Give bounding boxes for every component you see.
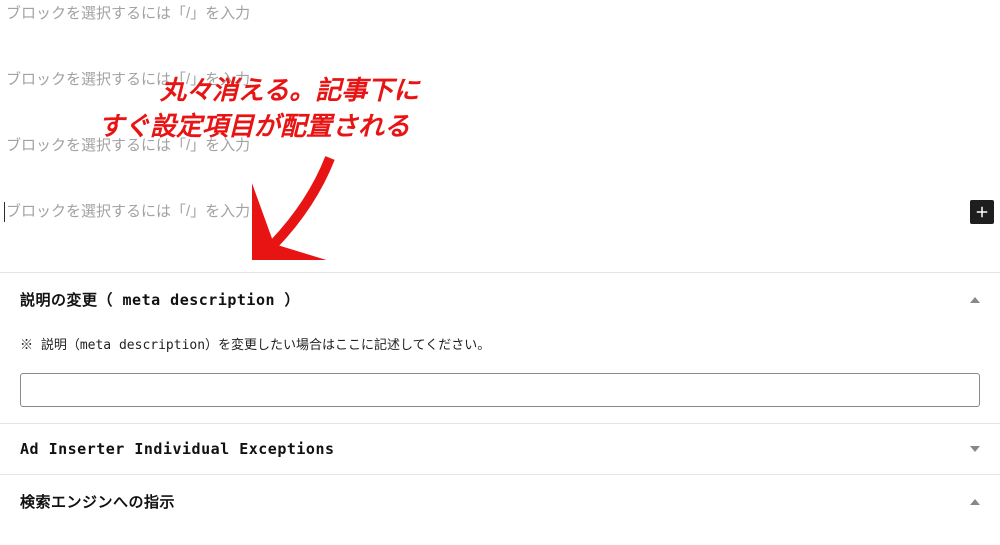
panel-title: 説明の変更（ meta description ） <box>20 289 300 310</box>
meta-description-input[interactable] <box>20 373 980 407</box>
panel-seo-header[interactable]: 検索エンジンへの指示 <box>20 491 980 512</box>
chevron-down-icon <box>970 446 980 452</box>
panel-seo: 検索エンジンへの指示 <box>0 474 1000 528</box>
block-placeholder[interactable]: ブロックを選択するには「/」を入力 <box>6 68 994 92</box>
block-placeholder[interactable]: ブロックを選択するには「/」を入力 <box>6 134 994 158</box>
panel-ad-inserter: Ad Inserter Individual Exceptions <box>0 423 1000 474</box>
panel-title: 検索エンジンへの指示 <box>20 491 175 512</box>
panel-meta-description-header[interactable]: 説明の変更（ meta description ） <box>20 289 980 310</box>
block-placeholder-text: ブロックを選択するには「/」を入力 <box>6 200 250 224</box>
panel-meta-description: 説明の変更（ meta description ） ※ 説明（meta desc… <box>0 272 1000 423</box>
panel-title: Ad Inserter Individual Exceptions <box>20 440 335 458</box>
add-block-button[interactable] <box>970 200 994 224</box>
settings-panels: 説明の変更（ meta description ） ※ 説明（meta desc… <box>0 272 1000 528</box>
block-placeholder-active[interactable]: ブロックを選択するには「/」を入力 <box>6 200 994 224</box>
plus-icon <box>973 203 991 221</box>
panel-meta-description-body: ※ 説明（meta description）を変更したい場合はここに記述してくだ… <box>20 310 980 407</box>
chevron-up-icon <box>970 499 980 505</box>
panel-help-text: ※ 説明（meta description）を変更したい場合はここに記述してくだ… <box>20 334 980 353</box>
panel-ad-inserter-header[interactable]: Ad Inserter Individual Exceptions <box>20 440 980 458</box>
block-placeholder[interactable]: ブロックを選択するには「/」を入力 <box>6 2 994 26</box>
chevron-up-icon <box>970 297 980 303</box>
editor-area: ブロックを選択するには「/」を入力 ブロックを選択するには「/」を入力 ブロック… <box>0 0 1000 224</box>
